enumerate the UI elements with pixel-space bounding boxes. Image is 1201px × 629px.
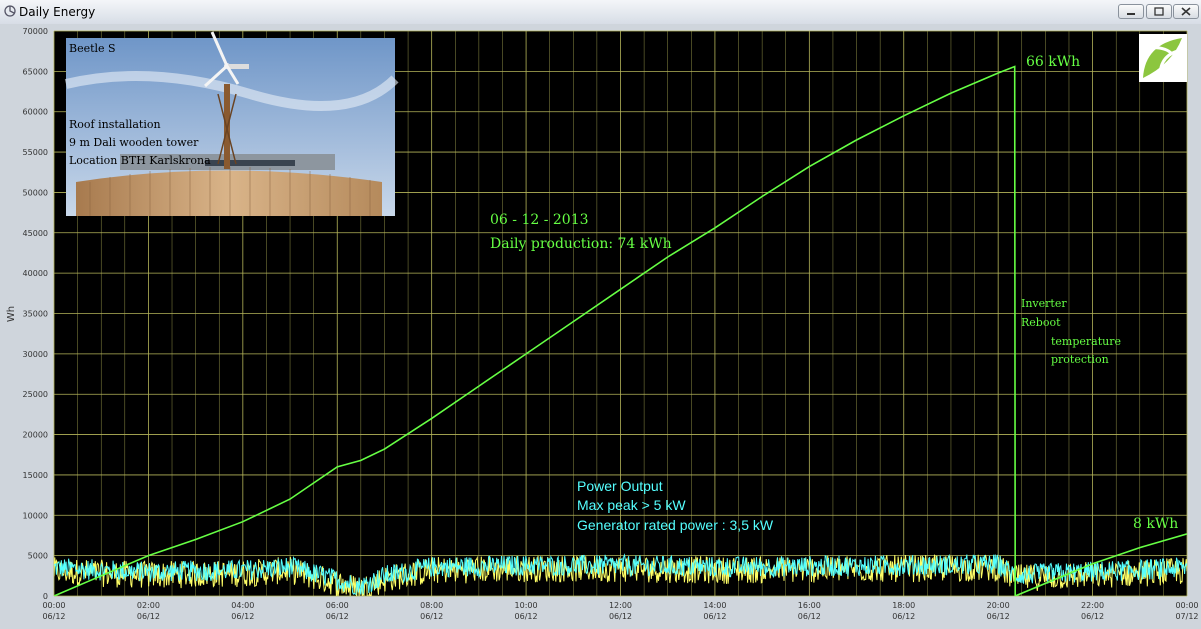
x-tick-label: 08:00 xyxy=(420,601,443,610)
close-button[interactable] xyxy=(1173,4,1199,19)
x-tick-date: 06/12 xyxy=(798,612,821,621)
y-tick-label: 35000 xyxy=(23,310,48,319)
peak-energy-label: 66 kWh xyxy=(1026,54,1080,70)
x-tick-label: 18:00 xyxy=(892,601,915,610)
y-tick-label: 40000 xyxy=(23,269,48,278)
reboot-annotation: Reboot xyxy=(1021,316,1061,329)
x-axis: 00:00 06/12 02:00 06/12 04:00 06/12 06:00 06/12… xyxy=(42,601,1198,621)
x-tick-date: 06/12 xyxy=(420,612,443,621)
x-tick-date: 06/12 xyxy=(137,612,160,621)
x-tick-date: 06/12 xyxy=(42,612,65,621)
x-tick-date: 06/12 xyxy=(515,612,538,621)
leaf-logo-icon xyxy=(1139,34,1187,82)
y-axis: 0 5000 10000 15000 20000 25000 30000 35000 40000… xyxy=(23,27,48,601)
x-tick-label: 22:00 xyxy=(1081,601,1104,610)
y-tick-label: 55000 xyxy=(23,148,48,157)
y-tick-label: 50000 xyxy=(23,188,48,197)
temperature-annotation: temperature xyxy=(1051,335,1121,348)
x-tick-date: 06/12 xyxy=(231,612,254,621)
y-tick-label: 10000 xyxy=(23,511,48,520)
y-tick-label: 25000 xyxy=(23,390,48,399)
minimize-button[interactable] xyxy=(1118,4,1144,19)
y-tick-label: 20000 xyxy=(23,431,48,440)
x-tick-label: 06:00 xyxy=(326,601,349,610)
x-tick-label: 12:00 xyxy=(609,601,632,610)
photo-caption-line: Location BTH Karlskrona xyxy=(69,154,211,167)
photo-caption-title: Beetle S xyxy=(69,42,116,55)
y-tick-label: 45000 xyxy=(23,229,48,238)
x-tick-date: 06/12 xyxy=(703,612,726,621)
max-peak-annotation: Max peak > 5 kW xyxy=(577,497,686,513)
photo-caption-line: 9 m Dali wooden tower xyxy=(69,136,199,149)
y-tick-label: 0 xyxy=(43,592,48,601)
protection-annotation: protection xyxy=(1051,353,1109,366)
date-annotation: 06 - 12 - 2013 xyxy=(490,212,589,228)
x-tick-label: 04:00 xyxy=(231,601,254,610)
maximize-button[interactable] xyxy=(1146,4,1172,19)
x-tick-date: 06/12 xyxy=(326,612,349,621)
end-energy-label: 8 kWh xyxy=(1133,516,1178,532)
y-tick-label: 70000 xyxy=(23,27,48,36)
minimize-icon xyxy=(1127,13,1135,15)
x-tick-date: 06/12 xyxy=(609,612,632,621)
photo-caption-line: Roof installation xyxy=(69,118,161,131)
energy-chart: 0 5000 10000 15000 20000 25000 30000 35000 40000… xyxy=(6,27,1199,621)
x-tick-date: 06/12 xyxy=(1081,612,1104,621)
power-output-title: Power Output xyxy=(577,478,663,494)
rated-power-annotation: Generator rated power : 3,5 kW xyxy=(577,517,774,533)
x-tick-date: 07/12 xyxy=(1175,612,1198,621)
title-bar: Daily Energy xyxy=(0,0,1201,25)
y-tick-label: 60000 xyxy=(23,108,48,117)
x-tick-label: 14:00 xyxy=(703,601,726,610)
x-tick-date: 06/12 xyxy=(892,612,915,621)
x-tick-label: 16:00 xyxy=(798,601,821,610)
maximize-icon xyxy=(1154,7,1164,16)
x-tick-label: 00:00 xyxy=(1175,601,1198,610)
x-tick-label: 00:00 xyxy=(42,601,65,610)
x-tick-date: 06/12 xyxy=(987,612,1010,621)
x-tick-label: 02:00 xyxy=(137,601,160,610)
y-tick-label: 65000 xyxy=(23,67,48,76)
window-title: Daily Energy xyxy=(19,5,96,19)
y-tick-label: 30000 xyxy=(23,350,48,359)
y-tick-label: 15000 xyxy=(23,471,48,480)
close-icon xyxy=(1181,7,1191,16)
y-tick-label: 5000 xyxy=(28,552,48,561)
daily-production-annotation: Daily production: 74 kWh xyxy=(490,236,672,252)
x-tick-label: 20:00 xyxy=(987,601,1010,610)
inverter-annotation: Inverter xyxy=(1021,297,1067,310)
x-tick-label: 10:00 xyxy=(515,601,538,610)
chart-app-icon xyxy=(4,5,16,17)
y-axis-label: Wh xyxy=(6,306,17,322)
